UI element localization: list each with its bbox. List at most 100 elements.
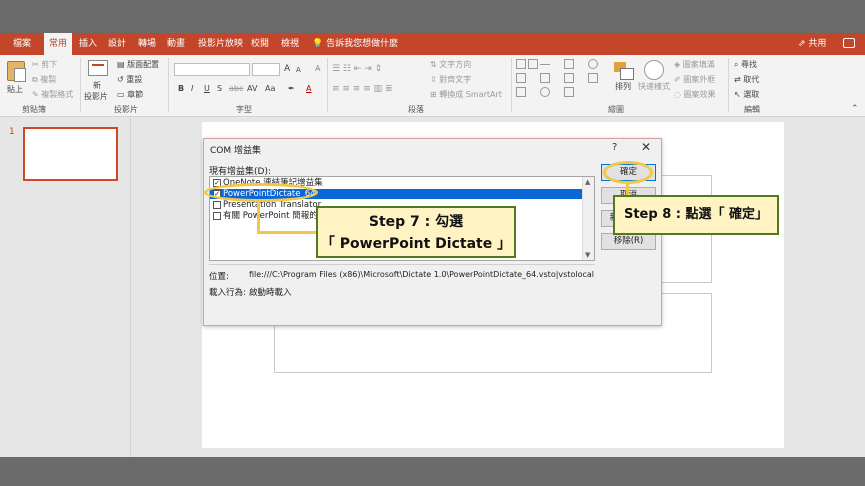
shape-arrow-icon[interactable] [588,73,598,83]
comments-icon[interactable] [843,38,855,48]
replace-button[interactable]: ⇄ 取代 [734,74,759,85]
close-button[interactable]: ✕ [641,140,651,154]
strikethrough-button[interactable]: abc [229,84,243,93]
smartart-label: 轉換成 SmartArt [439,90,502,99]
char-spacing-button[interactable]: AV [247,84,257,93]
checkbox[interactable] [213,212,221,220]
shape-rect-icon[interactable] [540,73,550,83]
ribbon-tab-bar: 檔案 常用 插入 設計 轉場 動畫 投影片放映 校閱 檢視 💡 告訴我您想做什麼… [0,33,865,55]
shapes-gallery[interactable] [516,59,608,99]
font-color-button[interactable]: A [306,84,311,93]
shape-line-icon[interactable] [540,64,550,65]
ribbon: 貼上 ✂ 剪下 ⧉ 複製 ✎ 複製格式 剪貼簿 新 投影片 ▤ 版面配置 ↺ 重… [0,55,865,117]
tab-home[interactable]: 常用 [44,33,73,55]
paste-button[interactable]: 貼上 [7,84,23,95]
new-slide-icon[interactable] [88,60,108,76]
smartart-button[interactable]: ⊞ 轉換成 SmartArt [430,89,502,100]
step8-callout: Step 8 : 點選「 確定」 [613,195,779,235]
layout-icon: ▤ [117,60,125,69]
window-title-bar [0,0,865,33]
reset-button[interactable]: ↺ 重設 [117,74,142,85]
align-text-button[interactable]: ⇳ 對齊文字 [430,74,471,85]
select-button[interactable]: ↖ 選取 [734,89,759,100]
format-painter-button[interactable]: ✎ 複製格式 [32,89,73,100]
change-case-button[interactable]: Aa [265,84,275,93]
tab-design[interactable]: 設計 [108,33,126,55]
shape-textbox-icon[interactable] [516,59,526,69]
section-button[interactable]: ▭ 章節 [117,89,143,100]
share-button[interactable]: ⇗ 共用 [798,33,826,55]
align-icons[interactable]: ≡ ≡ ≡ ≡ ▥ ≣ [332,84,393,94]
paste-icon[interactable] [7,61,26,82]
font-name-combo[interactable] [174,63,250,76]
step7-line2: 「 PowerPoint Dictate 」 [320,236,512,252]
underline-button[interactable]: U [204,84,210,93]
shape-oval-icon[interactable] [588,59,598,69]
shape-brace-icon[interactable] [564,87,574,97]
tab-transitions[interactable]: 轉場 [138,33,156,55]
replace-icon: ⇄ [734,75,741,84]
group-label-slides: 投影片 [114,105,138,114]
lightbulb-icon: 💡 [312,39,324,49]
copy-button[interactable]: ⧉ 複製 [32,74,56,85]
list-scrollbar[interactable]: ▲ ▼ [582,177,594,260]
group-label-font: 字型 [236,105,252,114]
shrink-font-button[interactable]: A [296,66,301,74]
checkbox[interactable] [213,201,221,209]
tell-me-text: 告訴我您想做什麼 [326,39,399,49]
shape-effects-button[interactable]: ◌ 圖案效果 [674,89,716,100]
clear-format-icon[interactable]: A̶ [315,64,320,73]
text-direction-button[interactable]: ⇅ 文字方向 [430,59,471,70]
bold-button[interactable]: B [178,84,184,93]
help-button[interactable]: ? [612,142,617,153]
slide-thumbnail[interactable] [23,127,118,181]
shape-textbox-icon[interactable] [528,59,538,69]
shape-fill-button[interactable]: ◈ 圖案填滿 [674,59,715,70]
scroll-up-icon[interactable]: ▲ [585,178,590,186]
bullet-list-icon[interactable]: ☰ ☷ ⇤ ⇥ ⇕ [332,64,382,74]
tab-file[interactable]: 檔案 [13,33,31,55]
grow-font-button[interactable]: A [284,64,290,74]
shape-curve-icon[interactable] [540,87,550,97]
highlight-icon[interactable]: ✒ [288,84,295,93]
italic-button[interactable]: I [191,84,193,93]
location-label: 位置: [209,272,229,282]
location-value: file:///C:\Program Files (x86)\Microsoft… [249,270,594,279]
font-size-combo[interactable] [252,63,280,76]
shape-callout-icon[interactable] [516,87,526,97]
arrange-button[interactable]: 排列 [615,81,631,92]
cut-button[interactable]: ✂ 剪下 [32,59,57,70]
new-slide-label-1[interactable]: 新 [93,80,101,91]
remove-button[interactable]: 移除(R) [601,233,656,250]
shadow-button[interactable]: S [217,84,222,93]
text-direction-label: 文字方向 [439,60,472,69]
connector-line [257,202,260,234]
tab-slideshow[interactable]: 投影片放映 [198,33,243,55]
group-separator [80,58,81,112]
highlight-ring-ok [603,161,653,184]
arrange-icon[interactable] [614,62,634,80]
shape-outline-button[interactable]: ✐ 圖案外框 [674,74,715,85]
highlight-ring-addin [204,183,318,202]
shape-rect-icon[interactable] [516,73,526,83]
shape-fill-label: 圖案填滿 [682,60,715,69]
share-icon: ⇗ [798,39,806,49]
quick-styles-button[interactable]: 快速樣式 [638,81,670,92]
new-slide-label-2[interactable]: 投影片 [84,91,108,102]
shape-arrow-icon[interactable] [564,73,574,83]
find-button[interactable]: ⌕ 尋找 [734,59,757,70]
layout-button[interactable]: ▤ 版面配置 [117,59,159,70]
collapse-ribbon-icon[interactable]: ⌃ [851,104,859,114]
tab-view[interactable]: 檢視 [281,33,299,55]
connector-line [257,231,317,234]
tell-me-box[interactable]: 💡 告訴我您想做什麼 [312,33,398,55]
quick-styles-icon[interactable] [644,60,664,80]
smartart-icon: ⊞ [430,90,437,99]
scroll-down-icon[interactable]: ▼ [585,251,590,259]
tab-insert[interactable]: 插入 [79,33,97,55]
shape-rect-icon[interactable] [564,59,574,69]
scissors-icon: ✂ [32,60,39,69]
align-text-label: 對齊文字 [439,75,472,84]
tab-review[interactable]: 校閱 [251,33,269,55]
tab-animations[interactable]: 動畫 [167,33,185,55]
